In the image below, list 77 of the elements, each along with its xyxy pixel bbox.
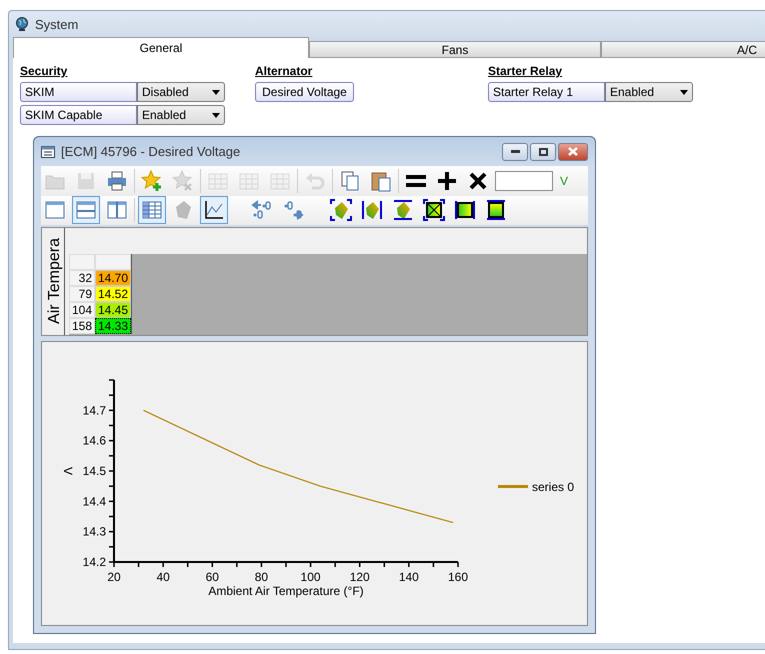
setting-label: SKIM	[20, 82, 137, 102]
caret-icon	[212, 90, 220, 94]
fit-surface-icon	[392, 199, 414, 222]
section-heading: Security	[20, 64, 68, 78]
value-cell[interactable]: 14.52	[95, 286, 131, 302]
tab[interactable]: Fans	[309, 41, 601, 58]
copy-icon	[339, 170, 361, 192]
y-tick-label: 14.6	[82, 434, 106, 448]
axis-cell: 104	[69, 302, 95, 318]
value-cell[interactable]: 14.33	[95, 318, 131, 334]
axis-cell: 79	[69, 286, 95, 302]
y-tick-label: 14.3	[82, 524, 106, 539]
x-tick-label: 40	[156, 570, 170, 584]
globe-icon	[15, 17, 29, 31]
minimize-icon	[510, 150, 520, 154]
table-icon	[141, 199, 163, 222]
dropdown[interactable]: Disabled	[137, 82, 225, 102]
star-cross-icon	[172, 170, 194, 192]
fit-surface-icon	[330, 199, 352, 222]
value-cell[interactable]: 14.70	[95, 270, 131, 286]
axis-cell: 158	[69, 318, 95, 334]
x-tick-label: 140	[398, 570, 419, 584]
close-icon	[568, 147, 578, 156]
x-axis-title: Ambient Air Temperature (°F)	[208, 584, 364, 598]
editor-title: [ECM] 45796 - Desired Voltage	[61, 144, 240, 160]
gradient-box-icon	[485, 199, 507, 222]
tab[interactable]: General	[13, 37, 309, 58]
maximize-icon	[538, 148, 548, 156]
horizontal-split-icon	[75, 199, 97, 222]
single-pane-icon	[44, 199, 66, 222]
legend-swatch	[498, 485, 528, 488]
dropdown[interactable]: Enabled	[137, 105, 225, 125]
x-tick-label: 20	[107, 570, 121, 584]
value-input[interactable]	[495, 170, 553, 191]
header-cell	[69, 254, 95, 270]
unit-label: V	[560, 174, 568, 188]
y-tick-label: 14.7	[82, 403, 106, 418]
y-tick-label: 14.5	[82, 464, 106, 478]
clipboard-icon	[370, 170, 392, 192]
y-axis-title: V	[61, 467, 75, 475]
axis-cell: 32	[69, 270, 95, 286]
plus-icon	[436, 170, 458, 192]
multiply-icon	[467, 170, 489, 192]
window-icon	[41, 146, 55, 158]
close-button[interactable]	[558, 142, 588, 161]
value-cell[interactable]: 14.45	[95, 302, 131, 318]
setting-label: SKIM Capable	[20, 105, 137, 125]
tab[interactable]: A/C	[601, 41, 765, 58]
star-plus-icon	[141, 170, 163, 192]
gradient-box-icon	[423, 199, 445, 222]
minimize-button[interactable]	[502, 142, 528, 161]
x-tick-label: 120	[350, 570, 370, 584]
axis-title: Air Tempera	[46, 238, 64, 324]
decrease-decimals-icon	[251, 199, 273, 222]
x-tick-label: 60	[206, 570, 219, 584]
fit-surface-icon	[361, 199, 383, 222]
vertical-split-icon	[106, 199, 128, 222]
section-heading: Starter Relay	[488, 64, 564, 78]
dropdown[interactable]: Enabled	[605, 82, 693, 102]
gradient-box-icon	[454, 199, 476, 222]
x-tick-label: 100	[300, 570, 321, 584]
setting-label: Starter Relay 1	[488, 82, 605, 102]
y-tick-label: 14.4	[82, 494, 106, 508]
x-tick-label: 160	[448, 570, 468, 584]
toolbar-button[interactable]	[200, 196, 228, 224]
legend-label: series 0	[532, 480, 574, 494]
y-tick-label: 14.2	[82, 555, 106, 569]
line-graph-icon	[203, 199, 225, 222]
printer-icon	[106, 170, 128, 192]
desired-voltage-button[interactable]: Desired Voltage	[255, 82, 354, 102]
caret-icon	[680, 90, 688, 94]
section-heading: Alternator	[255, 64, 314, 78]
window-title: System	[35, 16, 78, 32]
x-tick-label: 80	[254, 570, 268, 584]
caret-icon	[212, 112, 220, 118]
maximize-button[interactable]	[530, 142, 556, 161]
header-cell	[95, 254, 131, 270]
